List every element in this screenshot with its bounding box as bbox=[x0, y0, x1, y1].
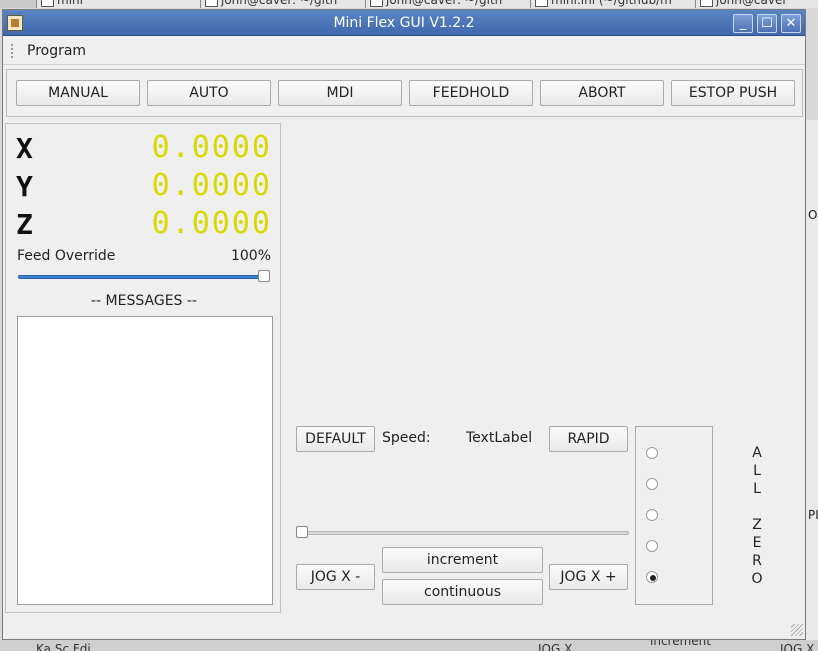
feed-override-value: 100% bbox=[230, 248, 271, 264]
mdi-button[interactable]: MDI bbox=[278, 80, 402, 106]
all-zero-letter-z[interactable]: Z bbox=[751, 516, 763, 534]
bg-tab-5: john@caver bbox=[695, 0, 818, 8]
axis-label-y: Y bbox=[16, 170, 33, 203]
jog-speed-slider-handle[interactable] bbox=[296, 526, 308, 538]
main-window: Mini Flex GUI V1.2.2 _ ☐ ✕ Program MANUA… bbox=[2, 9, 806, 640]
jog-increment-radio-group bbox=[635, 426, 713, 605]
axis-label-x: X bbox=[16, 132, 33, 165]
all-zero-letter-l1[interactable]: L bbox=[751, 462, 763, 480]
axis-label-z: Z bbox=[16, 208, 33, 241]
axis-value-x: 0.0000 bbox=[151, 130, 272, 165]
continuous-button[interactable]: continuous bbox=[382, 579, 543, 605]
app-icon bbox=[7, 15, 23, 31]
increment-button[interactable]: increment bbox=[382, 547, 543, 573]
increment-radio-1[interactable] bbox=[646, 447, 658, 459]
estop-button[interactable]: ESTOP PUSH bbox=[671, 80, 795, 106]
all-zero-letter-o[interactable]: O bbox=[751, 570, 763, 588]
bg-bottom-label-2: JOG X bbox=[538, 642, 573, 651]
all-zero-letter-l2[interactable]: L bbox=[751, 480, 763, 498]
bg-right-label-1: O bbox=[808, 208, 818, 222]
all-zero-letter-r[interactable]: R bbox=[751, 552, 763, 570]
background-window-edge: O PI bbox=[806, 120, 818, 640]
bg-bottom-label-4: JOG X bbox=[780, 642, 815, 651]
close-button[interactable]: ✕ bbox=[781, 14, 801, 33]
resize-grip[interactable] bbox=[791, 624, 803, 636]
messages-box[interactable] bbox=[17, 316, 273, 605]
axis-value-z: 0.0000 bbox=[151, 206, 272, 241]
increment-radio-4[interactable] bbox=[646, 540, 658, 552]
menu-bar: Program bbox=[3, 37, 805, 65]
bg-right-label-2: PI bbox=[808, 508, 818, 522]
maximize-button[interactable]: ☐ bbox=[757, 14, 777, 33]
speed-value: TextLabel bbox=[466, 430, 533, 446]
increment-radio-3[interactable] bbox=[646, 509, 658, 521]
messages-label: -- MESSAGES -- bbox=[91, 293, 197, 309]
feed-override-slider[interactable] bbox=[18, 275, 270, 279]
window-title: Mini Flex GUI V1.2.2 bbox=[333, 15, 475, 31]
feed-override-label: Feed Override bbox=[17, 248, 116, 264]
jog-x-plus-button[interactable]: JOG X + bbox=[549, 564, 628, 590]
rapid-button[interactable]: RAPID bbox=[549, 426, 628, 452]
feedhold-button[interactable]: FEEDHOLD bbox=[409, 80, 533, 106]
mode-toolbar: MANUAL AUTO MDI FEEDHOLD ABORT ESTOP PUS… bbox=[6, 69, 803, 117]
bg-tab-2: john@caver: ~/gith bbox=[200, 0, 382, 8]
background-taskbar: mini john@caver: ~/gith john@caver: ~/gi… bbox=[0, 0, 818, 8]
bg-tab-3: john@caver: ~/gith bbox=[365, 0, 547, 8]
axis-value-y: 0.0000 bbox=[151, 168, 272, 203]
jog-x-minus-button[interactable]: JOG X - bbox=[296, 564, 375, 590]
jog-speed-slider[interactable] bbox=[296, 531, 629, 535]
minimize-button[interactable]: _ bbox=[733, 14, 753, 33]
default-button[interactable]: DEFAULT bbox=[296, 426, 375, 452]
auto-button[interactable]: AUTO bbox=[147, 80, 271, 106]
increment-radio-5[interactable] bbox=[646, 571, 658, 583]
all-zero-letter-a[interactable]: A bbox=[751, 444, 763, 462]
bg-tab-1: mini bbox=[36, 0, 218, 8]
menu-program[interactable]: Program bbox=[25, 42, 88, 60]
increment-radio-2[interactable] bbox=[646, 478, 658, 490]
bg-bottom-label-3: increment bbox=[650, 640, 711, 648]
bg-tab-4: mini.ini (~/github/m bbox=[530, 0, 712, 8]
dro-panel: X 0.0000 Y 0.0000 Z 0.0000 Feed Override… bbox=[5, 123, 281, 613]
manual-button[interactable]: MANUAL bbox=[16, 80, 140, 106]
background-window-bottom: Ka Sc Fdi JOG X increment JOG X bbox=[0, 640, 818, 651]
menu-grip-handle bbox=[11, 44, 13, 58]
speed-label: Speed: bbox=[382, 430, 431, 446]
feed-override-slider-handle[interactable] bbox=[258, 270, 270, 282]
bg-bottom-label-1: Ka Sc Fdi bbox=[36, 642, 91, 651]
all-zero-letter-e[interactable]: E bbox=[751, 534, 763, 552]
abort-button[interactable]: ABORT bbox=[540, 80, 664, 106]
title-bar[interactable]: Mini Flex GUI V1.2.2 _ ☐ ✕ bbox=[3, 10, 805, 36]
